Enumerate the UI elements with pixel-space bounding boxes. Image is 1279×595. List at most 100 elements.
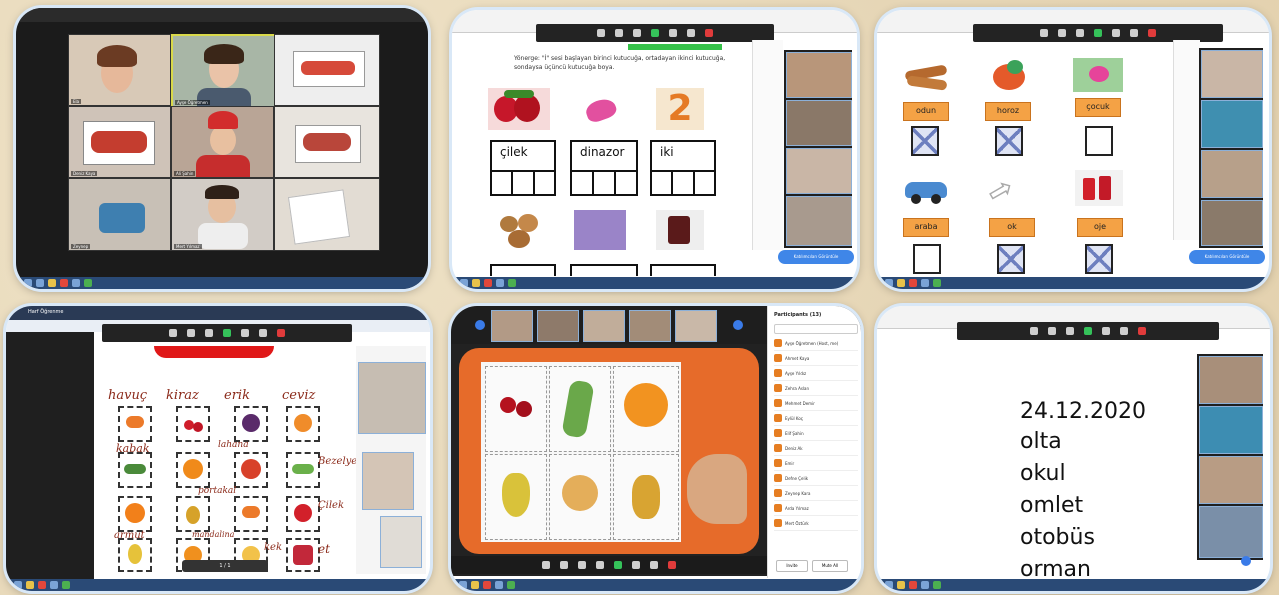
- sound-box[interactable]: [513, 172, 535, 194]
- participants-icon[interactable]: [633, 29, 641, 37]
- cherry-card[interactable]: [176, 406, 210, 442]
- video-thumbnail[interactable]: [1201, 100, 1263, 148]
- next-page-icon[interactable]: [733, 320, 743, 330]
- video-thumbnail[interactable]: [358, 362, 426, 434]
- carrot-card[interactable]: [234, 496, 268, 532]
- folder-icon[interactable]: [472, 279, 480, 287]
- share-screen-icon[interactable]: [651, 29, 659, 37]
- video-tile-active-speaker[interactable]: Ayşe Öğretmen: [171, 34, 276, 108]
- meat-card[interactable]: [286, 538, 320, 572]
- participant-row[interactable]: Defne Çelik: [774, 471, 858, 486]
- video-tile[interactable]: Deniz Kaya: [68, 106, 171, 178]
- share-screen-icon[interactable]: [614, 561, 622, 569]
- strawberry-card[interactable]: [286, 496, 320, 532]
- pineapple-card[interactable]: [176, 496, 210, 532]
- video-thumbnail[interactable]: [1201, 50, 1263, 98]
- participants-icon[interactable]: [1066, 327, 1074, 335]
- video-thumbnail[interactable]: [1201, 150, 1263, 198]
- mute-all-button[interactable]: Mute All: [812, 560, 848, 572]
- video-tile[interactable]: Ela: [68, 34, 171, 106]
- carrot-card[interactable]: [118, 406, 152, 442]
- walnut-card[interactable]: [286, 406, 320, 442]
- video-thumbnail[interactable]: [786, 196, 852, 246]
- zoom-in-icon[interactable]: [1241, 556, 1251, 566]
- app-icon[interactable]: [933, 279, 941, 287]
- zoom-icon[interactable]: [50, 581, 58, 589]
- security-icon[interactable]: [578, 561, 586, 569]
- sound-box[interactable]: [652, 172, 674, 194]
- app-icon[interactable]: [62, 581, 70, 589]
- answer-box[interactable]: [913, 244, 941, 274]
- mute-icon[interactable]: [1040, 29, 1048, 37]
- cabbage-card[interactable]: [234, 452, 268, 488]
- browser-icon[interactable]: [38, 581, 46, 589]
- browser-icon[interactable]: [909, 581, 917, 589]
- zoom-icon[interactable]: [496, 279, 504, 287]
- video-tile[interactable]: Ali Şahin: [171, 106, 274, 178]
- folder-icon[interactable]: [897, 581, 905, 589]
- plum-card[interactable]: [234, 406, 268, 442]
- video-thumbnail[interactable]: [1199, 356, 1263, 404]
- participant-search-input[interactable]: [774, 324, 858, 334]
- start-icon[interactable]: [24, 279, 32, 287]
- video-icon[interactable]: [1058, 29, 1066, 37]
- video-thumbnail[interactable]: [629, 310, 671, 342]
- record-icon[interactable]: [650, 561, 658, 569]
- participant-row[interactable]: Zeynep Kara: [774, 486, 858, 501]
- start-icon[interactable]: [885, 279, 893, 287]
- participant-row[interactable]: Mert Öztürk: [774, 516, 858, 531]
- start-icon[interactable]: [885, 581, 893, 589]
- share-screen-icon[interactable]: [1084, 327, 1092, 335]
- green-bean-card[interactable]: [549, 366, 611, 452]
- video-tile[interactable]: Mert Yılmaz: [171, 178, 274, 251]
- end-meeting-icon[interactable]: [1148, 29, 1156, 37]
- video-icon[interactable]: [1048, 327, 1056, 335]
- mute-icon[interactable]: [1030, 327, 1038, 335]
- zoom-icon[interactable]: [921, 279, 929, 287]
- page-navigator[interactable]: 1 / 1: [182, 560, 268, 572]
- browser-icon[interactable]: [483, 581, 491, 589]
- video-thumbnail[interactable]: [380, 516, 422, 568]
- video-icon[interactable]: [187, 329, 195, 337]
- zucchini-card[interactable]: [118, 452, 152, 488]
- browser-icon[interactable]: [909, 279, 917, 287]
- pear-card[interactable]: [485, 454, 547, 540]
- folder-icon[interactable]: [26, 581, 34, 589]
- video-tile[interactable]: [274, 34, 380, 106]
- invite-button[interactable]: Invite: [776, 560, 808, 572]
- record-icon[interactable]: [1120, 327, 1128, 335]
- previous-page-icon[interactable]: [475, 320, 485, 330]
- chat-icon[interactable]: [1112, 29, 1120, 37]
- search-icon[interactable]: [36, 279, 44, 287]
- sound-box[interactable]: [673, 172, 695, 194]
- participants-icon[interactable]: [1076, 29, 1084, 37]
- chat-icon[interactable]: [632, 561, 640, 569]
- participants-icon[interactable]: [596, 561, 604, 569]
- participant-row[interactable]: Mehmet Demir: [774, 396, 858, 411]
- video-thumbnail[interactable]: [583, 310, 625, 342]
- share-screen-icon[interactable]: [223, 329, 231, 337]
- video-thumbnail[interactable]: [675, 310, 717, 342]
- video-thumbnail[interactable]: [1199, 456, 1263, 504]
- end-meeting-icon[interactable]: [668, 561, 676, 569]
- video-icon[interactable]: [615, 29, 623, 37]
- participant-row[interactable]: Ayşe Öğretmen (Host, me): [774, 336, 858, 351]
- record-icon[interactable]: [687, 29, 695, 37]
- app-icon[interactable]: [933, 581, 941, 589]
- video-tile[interactable]: Zeynep: [68, 178, 171, 251]
- cherry-card[interactable]: [485, 366, 547, 452]
- answer-box-checked[interactable]: [1085, 244, 1113, 274]
- video-thumbnail[interactable]: [1201, 200, 1263, 246]
- chat-icon[interactable]: [241, 329, 249, 337]
- folder-icon[interactable]: [471, 581, 479, 589]
- start-icon[interactable]: [460, 279, 468, 287]
- answer-box[interactable]: [1085, 126, 1113, 156]
- participant-row[interactable]: Ayşe Yıldız: [774, 366, 858, 381]
- view-participants-button[interactable]: Katılımcıları Görüntüle: [1189, 250, 1265, 264]
- participant-row[interactable]: Deniz Ak: [774, 441, 858, 456]
- onion-card[interactable]: [549, 454, 611, 540]
- participant-row[interactable]: Emir: [774, 456, 858, 471]
- start-icon[interactable]: [14, 581, 22, 589]
- browser-icon[interactable]: [484, 279, 492, 287]
- pea-card[interactable]: [286, 452, 320, 488]
